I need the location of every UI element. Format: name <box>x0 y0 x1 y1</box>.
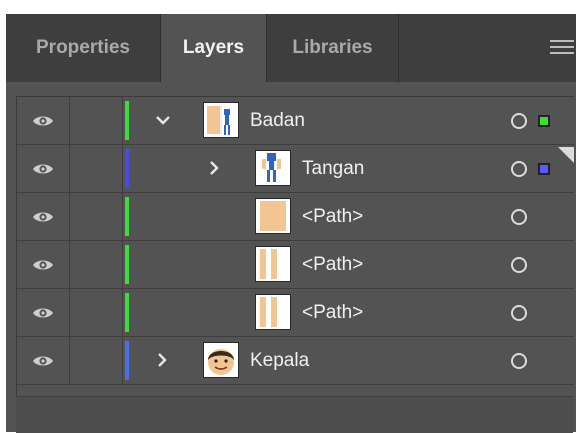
target-circle-icon[interactable] <box>511 257 527 273</box>
eye-icon[interactable] <box>17 241 70 288</box>
tab-layers[interactable]: Layers <box>161 14 266 82</box>
eye-icon[interactable] <box>17 97 70 144</box>
target-circle-icon[interactable] <box>511 305 527 321</box>
layer-color-bar <box>125 101 129 140</box>
corner-marker-icon <box>558 147 574 163</box>
layer-color-bar <box>125 197 129 236</box>
panel-tab-bar: Properties Layers Libraries <box>6 14 576 82</box>
panel-menu-icon[interactable] <box>550 40 574 56</box>
hand-figure-thumb <box>255 150 291 186</box>
tab-libraries[interactable]: Libraries <box>267 14 398 82</box>
chevron-right-icon[interactable] <box>207 159 221 177</box>
layer-name[interactable]: Badan <box>250 97 305 144</box>
selection-indicator[interactable] <box>538 163 550 175</box>
lock-toggle[interactable] <box>70 193 123 240</box>
selection-indicator[interactable] <box>538 115 550 127</box>
layers-empty-area <box>16 396 573 433</box>
layer-name[interactable]: <Path> <box>302 193 363 240</box>
face-thumb <box>203 342 239 378</box>
layer-row[interactable]: Badan <box>17 97 574 145</box>
layer-name[interactable]: Tangan <box>302 145 364 192</box>
layer-color-bar <box>125 245 129 284</box>
layer-row[interactable]: Tangan <box>17 145 574 193</box>
eye-icon[interactable] <box>17 337 70 384</box>
chevron-right-icon[interactable] <box>155 351 169 369</box>
lock-toggle[interactable] <box>70 97 123 144</box>
target-circle-icon[interactable] <box>511 113 527 129</box>
eye-icon[interactable] <box>17 145 70 192</box>
layer-name[interactable]: <Path> <box>302 241 363 288</box>
lock-toggle[interactable] <box>70 145 123 192</box>
layers-panel: Properties Layers Libraries Badan Tangan <… <box>6 14 576 433</box>
layer-row[interactable]: Kepala <box>17 337 574 385</box>
body-figure-thumb <box>203 102 239 138</box>
layer-row[interactable]: <Path> <box>17 193 574 241</box>
tab-divider <box>398 14 399 82</box>
layer-color-bar <box>125 341 129 380</box>
layer-name[interactable]: Kepala <box>250 337 309 384</box>
layer-color-bar <box>125 293 129 332</box>
eye-icon[interactable] <box>17 289 70 336</box>
tab-properties[interactable]: Properties <box>6 14 160 82</box>
target-circle-icon[interactable] <box>511 209 527 225</box>
layer-row[interactable]: <Path> <box>17 241 574 289</box>
target-circle-icon[interactable] <box>511 161 527 177</box>
lock-toggle[interactable] <box>70 289 123 336</box>
layers-list: Badan Tangan <Path> <Path> <Path> Kepala <box>16 96 574 397</box>
layer-name[interactable]: <Path> <box>302 289 363 336</box>
target-circle-icon[interactable] <box>511 353 527 369</box>
layer-color-bar <box>125 149 129 188</box>
path-thumb-solid <box>255 198 291 234</box>
lock-toggle[interactable] <box>70 241 123 288</box>
eye-icon[interactable] <box>17 193 70 240</box>
layer-row[interactable]: <Path> <box>17 289 574 337</box>
chevron-down-icon[interactable] <box>155 111 170 129</box>
path-thumb-stripe <box>255 294 291 330</box>
path-thumb-stripe <box>255 246 291 282</box>
lock-toggle[interactable] <box>70 337 123 384</box>
